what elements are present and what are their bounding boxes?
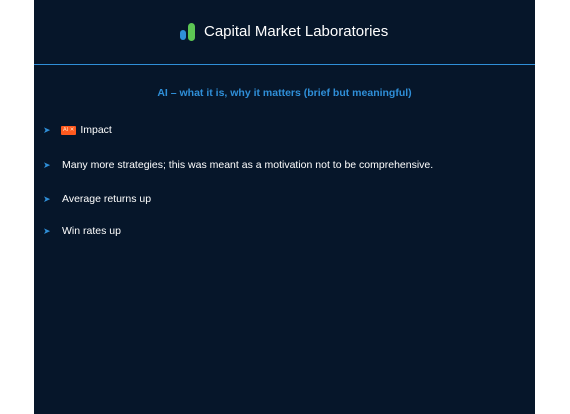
bullet-item-impact: ➤ AI ✕ Impact (43, 123, 112, 137)
bullet-text: Impact (80, 124, 112, 136)
arrow-bullet-icon: ➤ (43, 194, 51, 204)
bullet-text: Average returns up (62, 193, 152, 205)
bullet-item-win-rates: ➤ Win rates up (43, 224, 121, 238)
bullet-list: ➤ AI ✕ Impact ➤ Many more strategies; th… (34, 0, 535, 414)
bullet-text: Many more strategies; this was meant as … (62, 159, 434, 171)
bullet-item-strategies: ➤ Many more strategies; this was meant a… (43, 158, 433, 172)
arrow-bullet-icon: ➤ (43, 160, 51, 170)
bullet-item-average-returns: ➤ Average returns up (43, 192, 151, 206)
ai-badge: AI ✕ (61, 125, 77, 135)
bullet-text: Win rates up (62, 225, 121, 237)
presentation-slide: Capital Market Laboratories AI – what it… (34, 0, 535, 414)
arrow-bullet-icon: ➤ (43, 226, 51, 236)
arrow-bullet-icon: ➤ (43, 125, 51, 135)
